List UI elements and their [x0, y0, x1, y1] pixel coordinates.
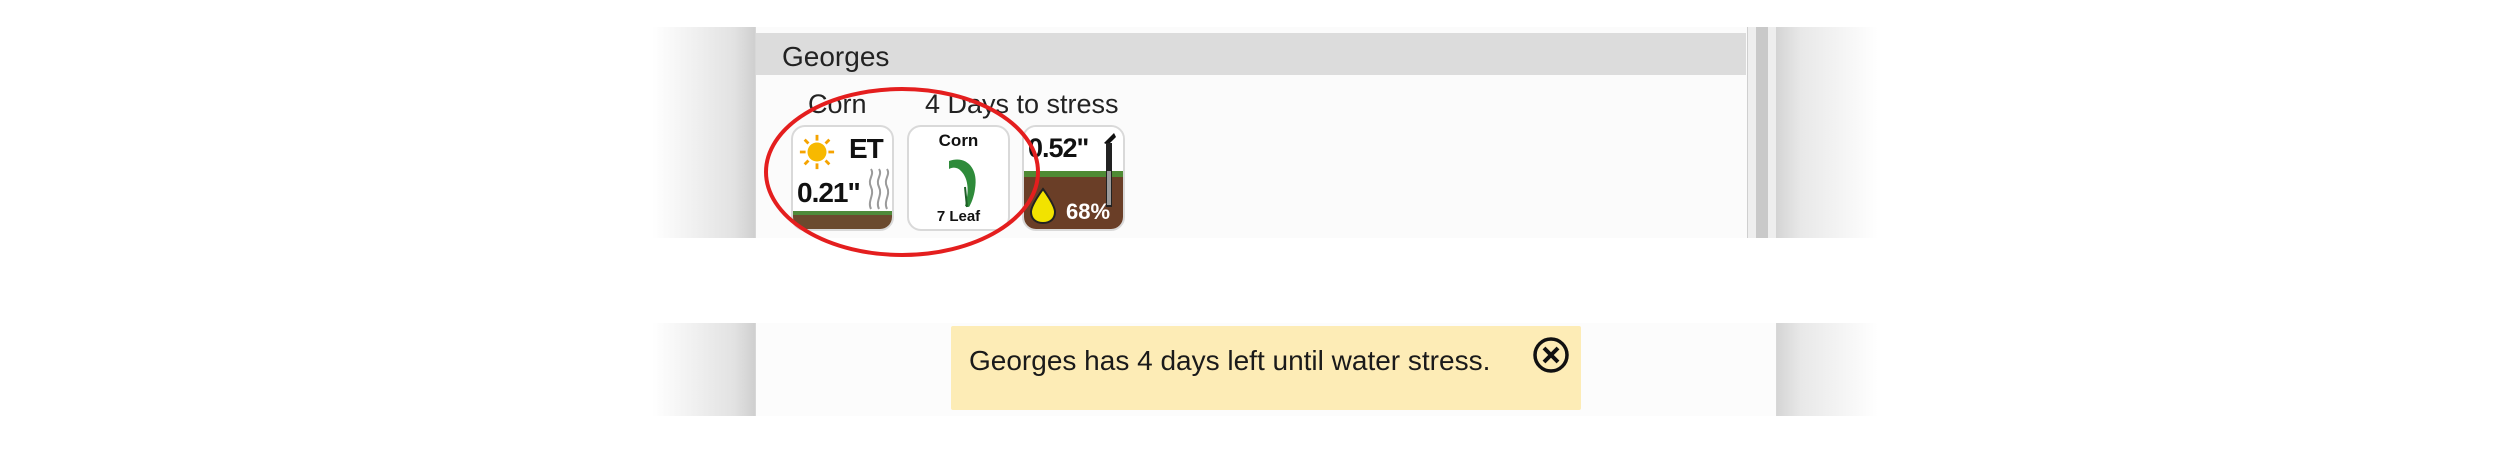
- field-name: Georges: [782, 41, 890, 72]
- alert-message: Georges has 4 days left until water stre…: [969, 345, 1491, 376]
- crop-stage-tile[interactable]: Corn 7 Leaf: [907, 125, 1010, 231]
- water-stress-alert: Georges has 4 days left until water stre…: [951, 326, 1581, 410]
- sun-icon: [799, 134, 835, 170]
- water-drop-icon: [1029, 187, 1057, 225]
- soil-water-value: 0.52": [1028, 133, 1089, 163]
- soil-moisture-tile[interactable]: 0.52" 68%: [1022, 125, 1125, 231]
- right-edge-shadow: [1775, 27, 1878, 238]
- close-icon[interactable]: [1532, 336, 1570, 374]
- field-card-strip: Georges Corn 4 Days to stress ET 0.21" C…: [0, 27, 2500, 238]
- et-label: ET: [849, 133, 884, 164]
- crop-name: Corn: [938, 131, 979, 150]
- alert-strip: Georges has 4 days left until water stre…: [0, 323, 2500, 416]
- field-header[interactable]: Georges: [756, 33, 1746, 75]
- et-value: 0.21": [797, 177, 861, 208]
- field-panel: Georges Corn 4 Days to stress ET 0.21" C…: [755, 27, 1776, 238]
- alert-panel: Georges has 4 days left until water stre…: [755, 323, 1777, 416]
- evaporation-waves-icon: [868, 168, 890, 210]
- growth-stage-label: 7 Leaf: [936, 208, 981, 225]
- et-tile[interactable]: ET 0.21": [791, 125, 894, 231]
- right-edge-shadow: [1775, 323, 1878, 416]
- stress-label: 4 Days to stress: [925, 89, 1119, 119]
- left-edge-shadow: [652, 323, 755, 416]
- ground-strip: [793, 211, 892, 229]
- left-edge-shadow: [652, 27, 755, 238]
- leaf-icon: [949, 159, 976, 208]
- scrollbar-thumb[interactable]: [1756, 27, 1768, 238]
- vertical-scrollbar[interactable]: [1747, 27, 1776, 238]
- soil-moisture-percent: 68%: [1066, 199, 1111, 224]
- crop-label: Corn: [808, 89, 867, 119]
